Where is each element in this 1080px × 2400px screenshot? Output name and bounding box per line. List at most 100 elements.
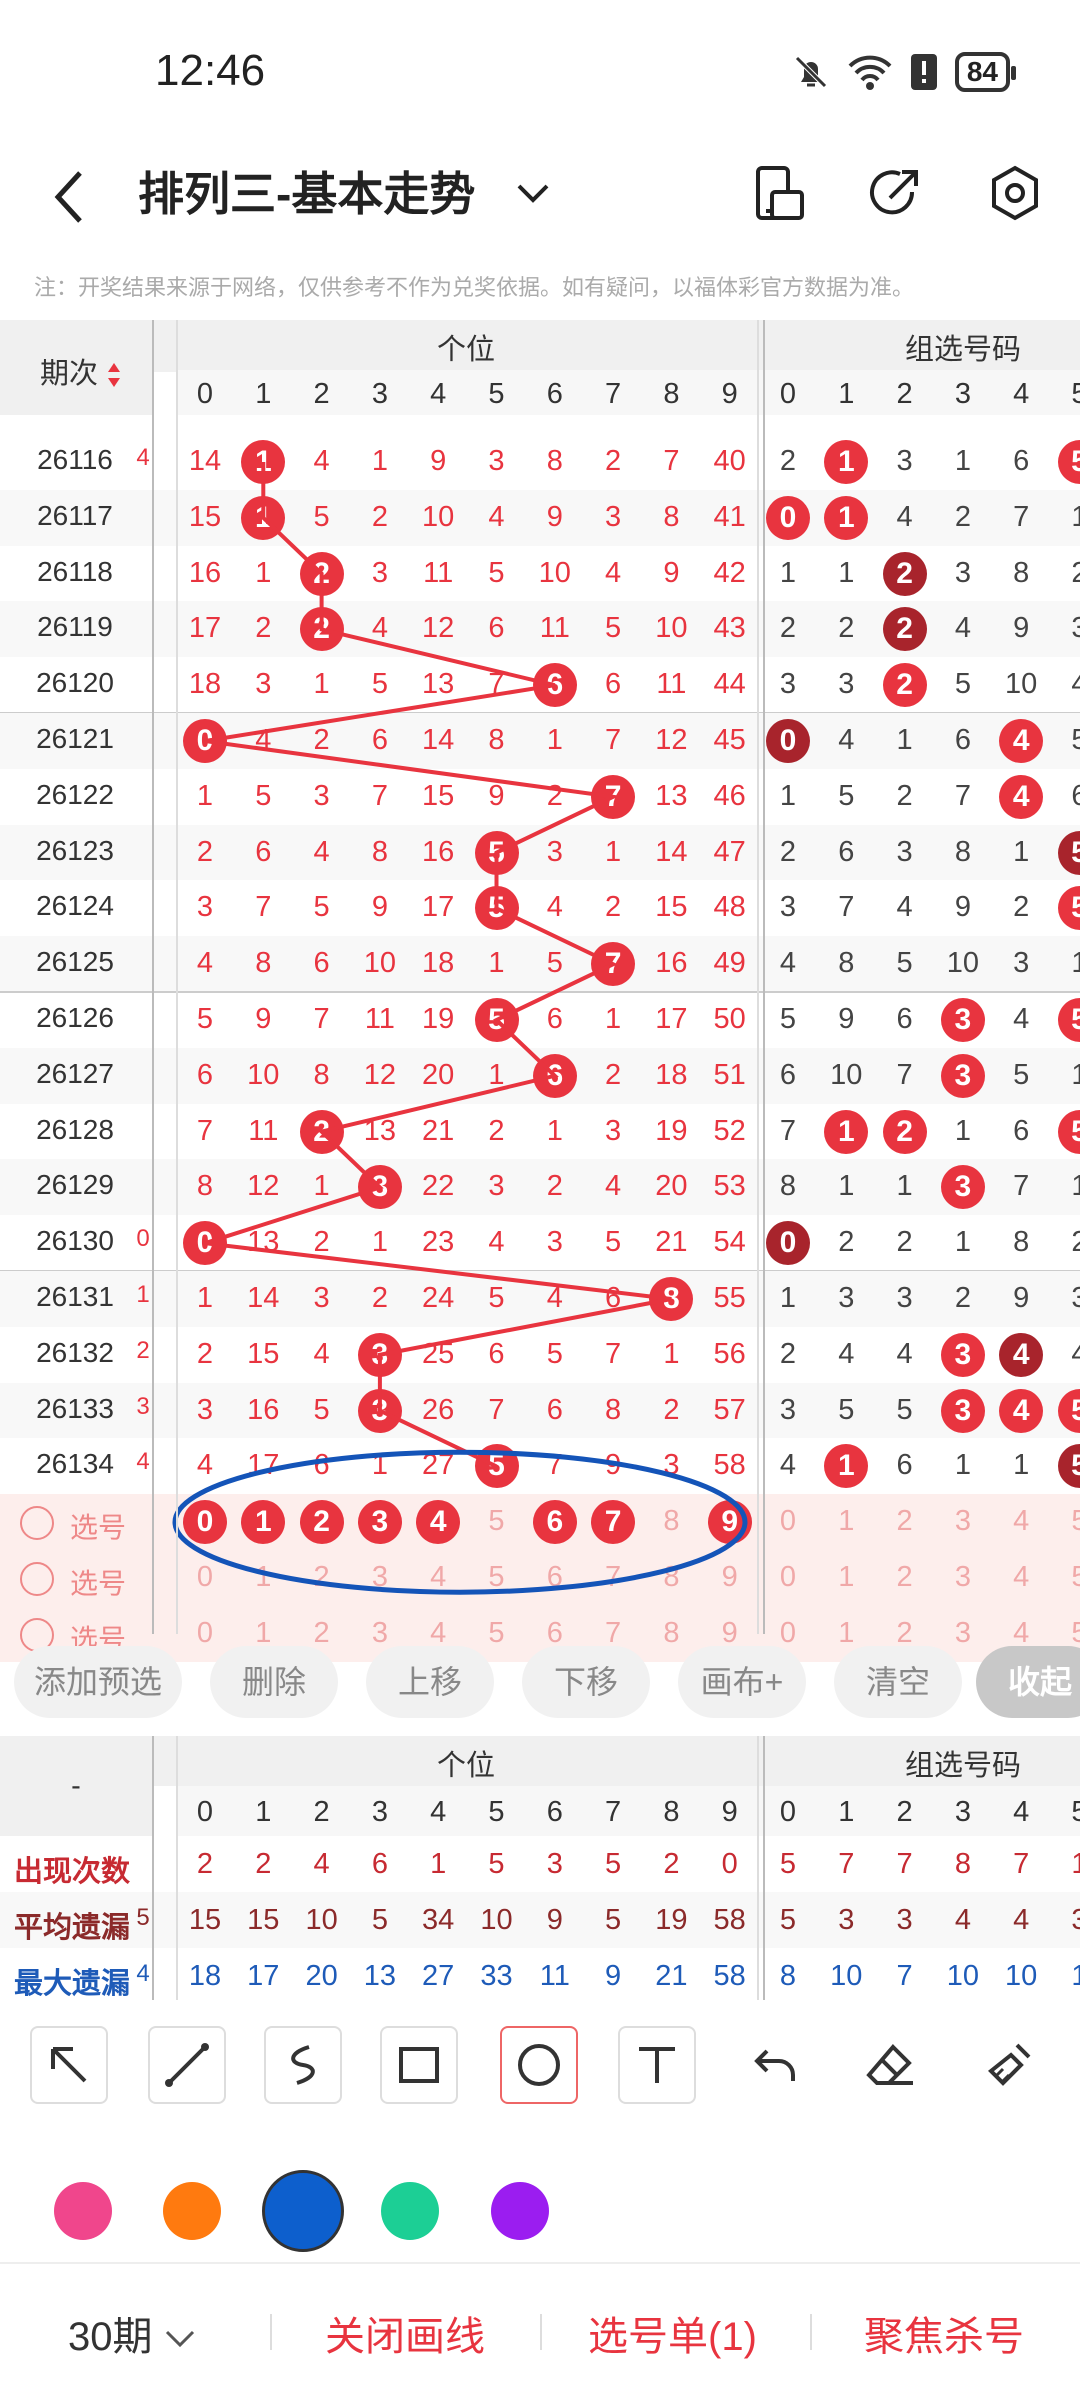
select-digit[interactable]: 5 bbox=[468, 1561, 526, 1594]
zuxuan-miss: 5 bbox=[838, 1393, 855, 1426]
arrow-tool[interactable] bbox=[30, 2026, 108, 2104]
delete-button[interactable]: 删除 bbox=[210, 1646, 338, 1718]
phone-layout-icon[interactable] bbox=[752, 162, 808, 226]
select-digit[interactable]: 4 bbox=[409, 1561, 467, 1594]
eraser-tool[interactable] bbox=[852, 2026, 930, 2104]
select-digit[interactable]: 0 bbox=[176, 1561, 234, 1594]
zuxuan-header: 2 bbox=[896, 378, 913, 410]
move-up-button[interactable]: 上移 bbox=[366, 1646, 494, 1718]
miss-count: 52 bbox=[713, 1114, 746, 1147]
select-digit[interactable]: 1 bbox=[234, 1561, 292, 1594]
miss-count: 5 bbox=[313, 500, 330, 533]
select-zuxuan-digit[interactable]: 0 bbox=[759, 1505, 817, 1538]
rectangle-tool[interactable] bbox=[380, 2026, 458, 2104]
miss-count: 9 bbox=[430, 445, 447, 477]
color-purple[interactable] bbox=[491, 2182, 549, 2240]
chevron-down-icon[interactable] bbox=[515, 180, 551, 208]
clear-drawing-tool[interactable] bbox=[970, 2026, 1048, 2104]
select-zuxuan-digit[interactable]: 1 bbox=[817, 1505, 875, 1538]
selected-digit[interactable]: 7 bbox=[591, 1500, 636, 1545]
text-tool[interactable] bbox=[618, 2026, 696, 2104]
circle-tool[interactable] bbox=[500, 2026, 578, 2104]
clear-button[interactable]: 清空 bbox=[834, 1646, 962, 1718]
select-digit[interactable]: 5 bbox=[468, 1505, 526, 1538]
stats-value: 13 bbox=[363, 1960, 397, 1992]
miss-count: 2 bbox=[605, 891, 622, 924]
selected-digit[interactable]: 6 bbox=[532, 1500, 577, 1545]
undo-tool[interactable] bbox=[736, 2026, 814, 2104]
color-orange[interactable] bbox=[163, 2182, 221, 2240]
winning-digit: 5 bbox=[474, 998, 519, 1042]
period-number: 26120 bbox=[36, 667, 114, 699]
curve-tool[interactable] bbox=[264, 2026, 342, 2104]
selected-digit[interactable]: 1 bbox=[241, 1500, 286, 1545]
select-zuxuan-digit[interactable]: 4 bbox=[992, 1505, 1050, 1538]
select-zuxuan-digit[interactable]: 3 bbox=[934, 1505, 992, 1538]
color-pink[interactable] bbox=[54, 2182, 112, 2240]
settings-icon[interactable] bbox=[985, 162, 1045, 226]
period-number: 26125 bbox=[36, 946, 114, 978]
select-checkbox[interactable] bbox=[20, 1562, 54, 1596]
miss-count: 9 bbox=[605, 1449, 622, 1482]
back-icon[interactable] bbox=[50, 165, 90, 229]
selected-digit[interactable]: 4 bbox=[416, 1500, 461, 1545]
share-icon[interactable] bbox=[868, 162, 928, 226]
selected-digit[interactable]: 2 bbox=[299, 1500, 344, 1545]
miss-count: 1 bbox=[371, 1449, 388, 1482]
stats-value: 20 bbox=[305, 1960, 338, 1992]
miss-count: 1 bbox=[196, 779, 214, 812]
miss-count: 8 bbox=[546, 445, 563, 477]
mute-icon bbox=[795, 56, 827, 88]
select-digit[interactable]: 3 bbox=[351, 1561, 409, 1594]
period-select[interactable]: 30期 bbox=[68, 2304, 196, 2362]
miss-count: 41 bbox=[713, 500, 746, 533]
miss-count: 2 bbox=[663, 1393, 680, 1426]
digit-header: 5 bbox=[488, 378, 505, 410]
close-drawing-button[interactable]: 关闭画线 bbox=[325, 2304, 485, 2362]
color-green[interactable] bbox=[381, 2182, 439, 2240]
nav-bar: 排列三-基本走势 bbox=[0, 140, 1080, 260]
focus-kill-button[interactable]: 聚焦杀号 bbox=[864, 2304, 1024, 2362]
select-zuxuan-digit[interactable]: 0 bbox=[759, 1561, 817, 1594]
line-tool[interactable] bbox=[148, 2026, 226, 2104]
miss-count: 7 bbox=[663, 445, 680, 477]
canvas-plus-button[interactable]: 画布+ bbox=[678, 1646, 806, 1718]
zuxuan-miss: 2 bbox=[954, 1282, 971, 1314]
select-digit[interactable]: 7 bbox=[584, 1561, 642, 1594]
collapse-button[interactable]: 收起 bbox=[976, 1646, 1080, 1718]
digit-header: 8 bbox=[663, 378, 680, 410]
stats-zuxuan-value: 10 bbox=[946, 1960, 980, 1992]
color-blue[interactable] bbox=[262, 2170, 344, 2252]
winning-digit: 1 bbox=[241, 495, 286, 540]
period-header[interactable]: 期次 bbox=[40, 350, 122, 392]
selected-digit[interactable]: 3 bbox=[357, 1500, 402, 1545]
select-digit[interactable]: 8 bbox=[642, 1561, 700, 1594]
selection-list-button[interactable]: 选号单(1) bbox=[588, 2304, 757, 2362]
select-checkbox[interactable] bbox=[20, 1506, 54, 1541]
page-title[interactable]: 排列三-基本走势 bbox=[138, 158, 475, 224]
miss-count: 2 bbox=[255, 612, 272, 645]
zuxuan-miss: 2 bbox=[838, 1226, 855, 1259]
select-digit[interactable]: 8 bbox=[642, 1505, 700, 1538]
select-digit[interactable]: 2 bbox=[293, 1561, 351, 1594]
winning-digit: 5 bbox=[474, 830, 519, 875]
period-number: 26129 bbox=[36, 1169, 114, 1201]
select-zuxuan-digit[interactable]: 5 bbox=[1051, 1561, 1080, 1594]
selected-digit[interactable]: 0 bbox=[183, 1500, 227, 1545]
select-zuxuan-digit[interactable]: 4 bbox=[992, 1561, 1050, 1594]
select-digit[interactable]: 9 bbox=[701, 1561, 759, 1594]
add-preselect-button[interactable]: 添加预选 bbox=[14, 1646, 182, 1718]
winning-digit: 0 bbox=[183, 1221, 227, 1266]
select-zuxuan-digit[interactable]: 3 bbox=[934, 1561, 992, 1594]
digit-header: 6 bbox=[546, 378, 563, 410]
zuxuan-header: 3 bbox=[954, 378, 971, 410]
select-zuxuan-digit[interactable]: 2 bbox=[876, 1505, 934, 1538]
selected-digit[interactable]: 9 bbox=[707, 1500, 752, 1545]
move-down-button[interactable]: 下移 bbox=[522, 1646, 650, 1718]
select-zuxuan-digit[interactable]: 1 bbox=[817, 1561, 875, 1594]
select-zuxuan-digit[interactable]: 2 bbox=[876, 1561, 934, 1594]
miss-count: 13 bbox=[363, 1114, 397, 1147]
miss-count: 7 bbox=[313, 1003, 330, 1035]
select-zuxuan-digit[interactable]: 5 bbox=[1051, 1505, 1080, 1538]
select-digit[interactable]: 6 bbox=[526, 1561, 584, 1594]
